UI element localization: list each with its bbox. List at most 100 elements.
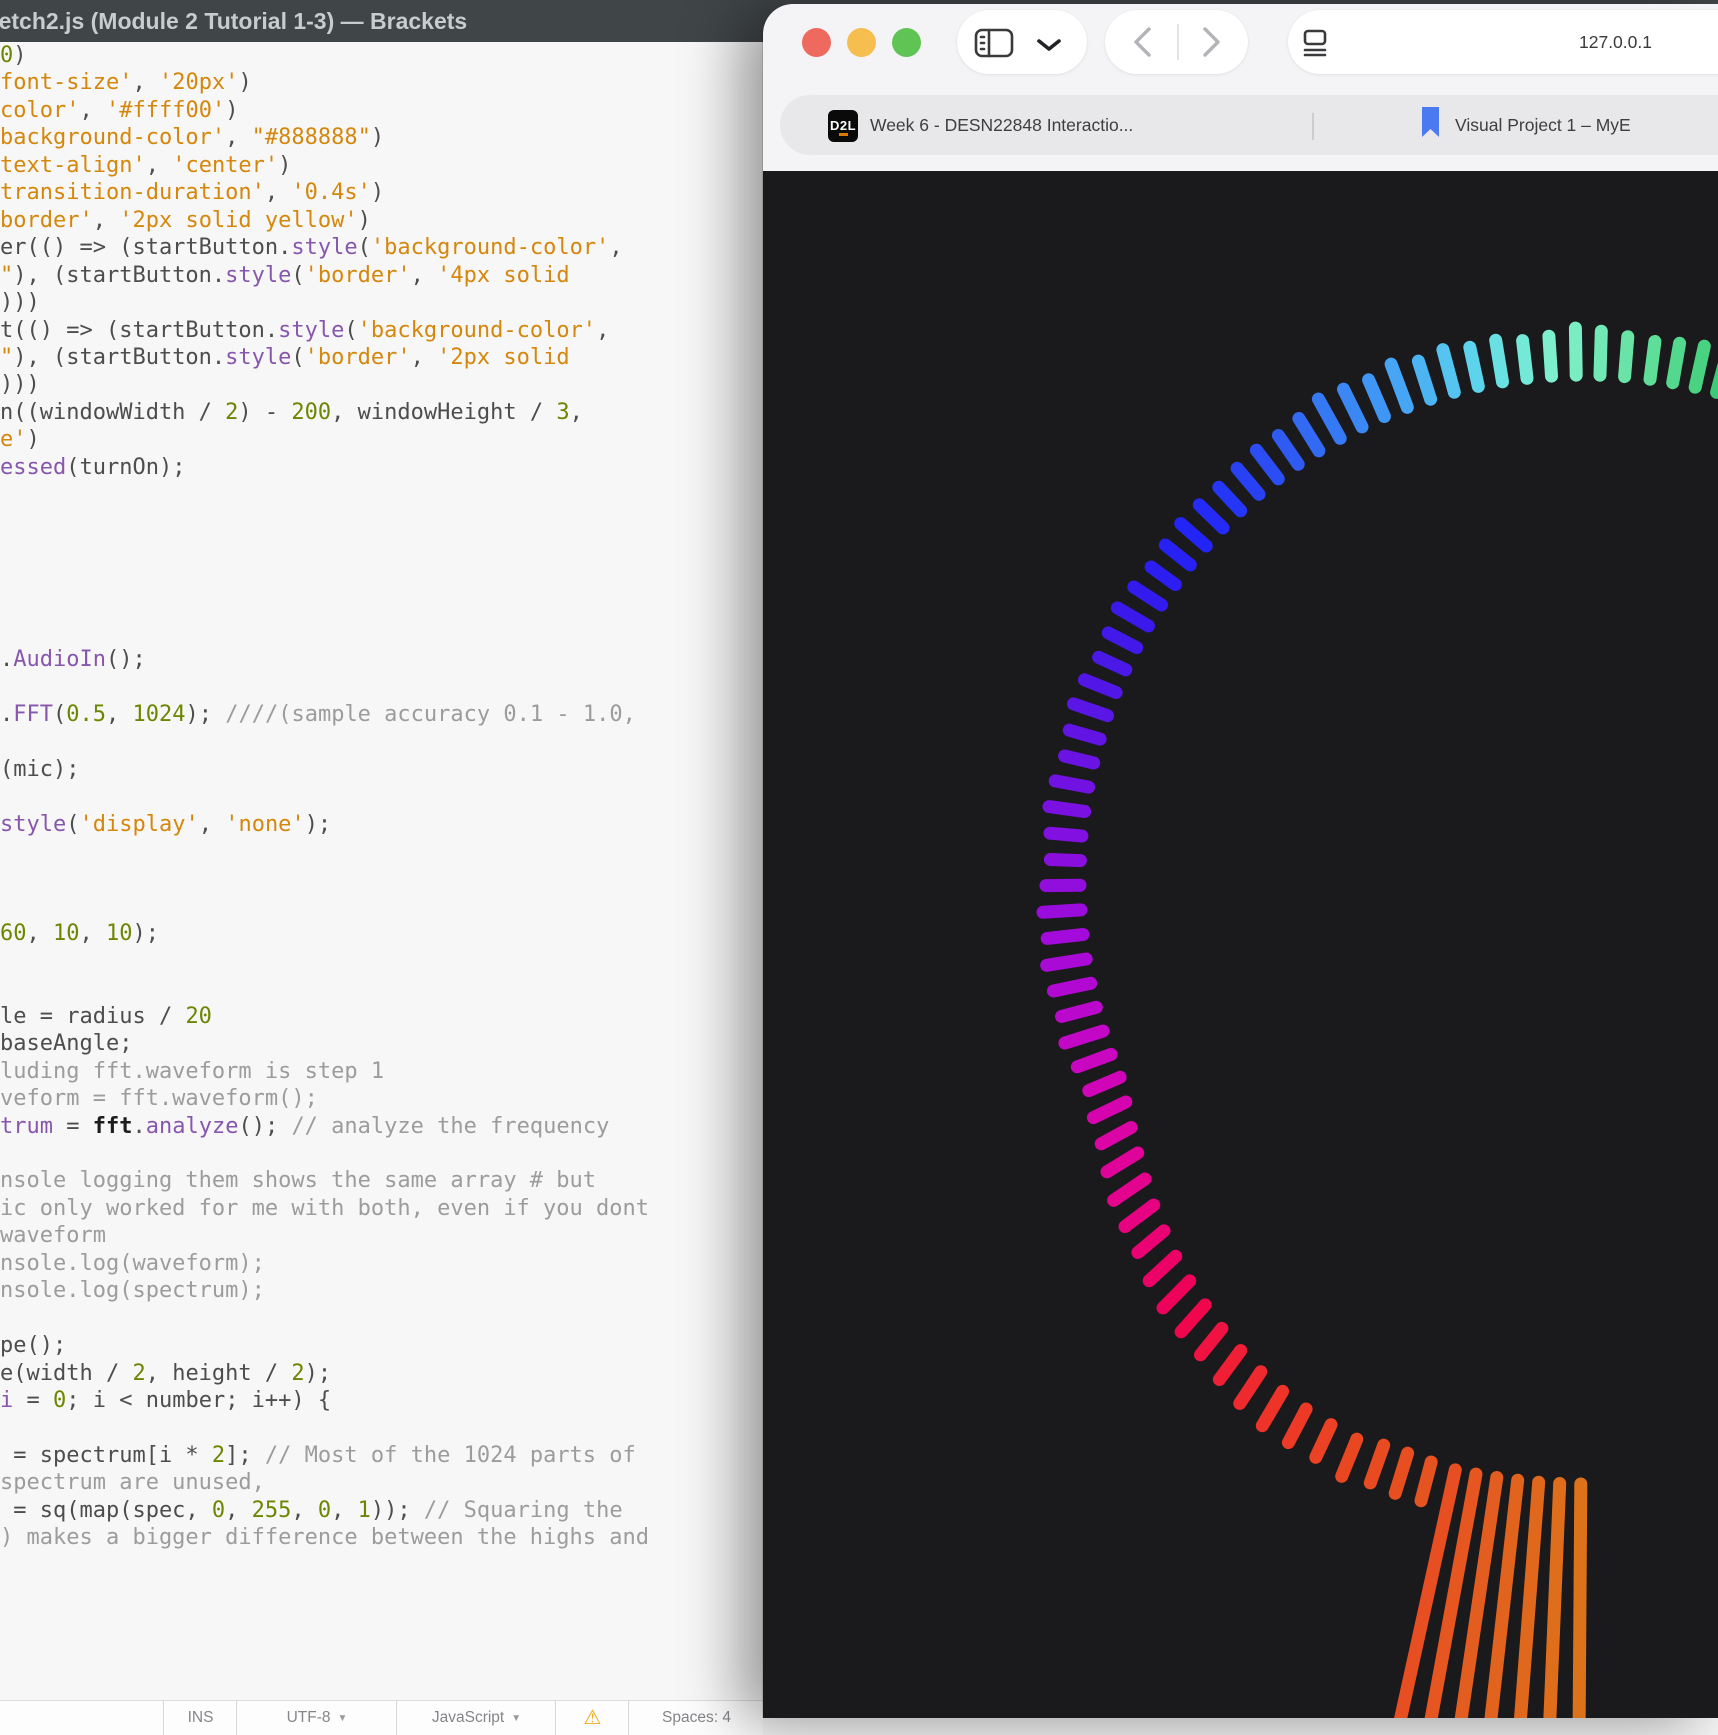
code-line: .AudioIn();	[0, 646, 146, 673]
code-line: 60, 10, 10);	[0, 920, 159, 947]
spectrum-dash	[1065, 756, 1094, 763]
code-line: style('display', 'none');	[0, 811, 331, 838]
spectrum-dash	[1650, 342, 1655, 380]
spectrum-dash	[1108, 633, 1137, 648]
spectrum-dash	[1391, 364, 1407, 407]
sidebar-button-group	[957, 10, 1087, 74]
language-label: JavaScript	[432, 1709, 504, 1727]
code-line: = spectrum[i * 2]; // Most of the 1024 p…	[0, 1442, 636, 1469]
nav-divider	[1177, 24, 1179, 60]
code-line: essed(turnOn);	[0, 454, 185, 481]
code-line: i = 0; i < number; i++) {	[0, 1387, 331, 1414]
chevron-down-icon: ▼	[338, 1713, 348, 1724]
spectrum-dash	[1421, 1462, 1431, 1501]
spectrum-dash	[1062, 1007, 1097, 1016]
spectrum-dash	[1074, 704, 1108, 716]
safari-window: 127.0.0.1 D2L Week 6 - DESN22848 Interac…	[763, 4, 1718, 1718]
url-text[interactable]: 127.0.0.1	[1543, 4, 1688, 80]
spectrum-dash	[1673, 343, 1680, 382]
status-encoding-dropdown[interactable]: UTF-8 ▼	[236, 1701, 397, 1735]
status-insert-mode[interactable]: INS	[163, 1701, 237, 1735]
bookmark-icon	[1422, 107, 1439, 138]
spectrum-dash	[1418, 361, 1430, 399]
spectrum-dash	[1047, 959, 1087, 965]
spectrum-dash	[1256, 450, 1278, 479]
d2l-favicon-text: D2L	[830, 118, 856, 133]
spectrum-dash	[1523, 341, 1527, 379]
code-line: nsole logging them shows the same array …	[0, 1167, 596, 1194]
spectrum-dash	[1149, 1256, 1176, 1280]
spectrum-dash	[1395, 1453, 1407, 1493]
spectrum-dash	[1050, 860, 1080, 861]
code-editor[interactable]: 0)font-size', '20px')color', '#ffff00')b…	[0, 42, 763, 1700]
spectrum-dash	[1278, 436, 1298, 465]
back-icon[interactable]	[1131, 25, 1155, 59]
code-line: 0)	[0, 42, 27, 69]
spectrum-dash	[1134, 587, 1162, 605]
d2l-favicon-underline	[839, 133, 848, 136]
reader-icon[interactable]	[1302, 29, 1328, 57]
sidebar-icon[interactable]	[974, 27, 1016, 59]
spectrum-dash	[1117, 608, 1148, 626]
spectrum-dash	[1288, 1409, 1306, 1443]
spectrum-dash	[1299, 419, 1319, 451]
spectrum-dash	[1549, 336, 1552, 376]
tab-visual-project[interactable]: Visual Project 1 – MyE	[1455, 95, 1631, 155]
insert-mode-label: INS	[188, 1709, 214, 1727]
code-line: font-size', '20px')	[0, 69, 252, 96]
code-line: spectrum are unused,	[0, 1469, 265, 1496]
spectrum-dash	[1181, 524, 1207, 546]
code-line: veform = fft.waveform();	[0, 1085, 318, 1112]
spectrum-dash	[1099, 657, 1126, 670]
status-language-dropdown[interactable]: JavaScript ▼	[396, 1701, 556, 1735]
code-line: le = radius / 20	[0, 1003, 212, 1030]
code-line: t(() => (startButton.style('background-c…	[0, 317, 609, 344]
spectrum-dash	[1443, 350, 1454, 393]
spectrum-dash	[1085, 680, 1117, 693]
spectrum-dash	[1065, 1031, 1103, 1043]
spectrum-dash	[1047, 935, 1083, 939]
code-line: n((windowWidth / 2) - 200, windowHeight …	[0, 399, 583, 426]
spectrum-dash	[1369, 380, 1385, 417]
code-line: waveform	[0, 1222, 106, 1249]
code-line: luding fft.waveform is step 1	[0, 1058, 384, 1085]
spectrum-dash	[1575, 328, 1576, 375]
close-button[interactable]	[802, 28, 831, 57]
forward-icon[interactable]	[1199, 25, 1223, 59]
spectrum-dash	[1600, 331, 1601, 375]
chevron-down-icon[interactable]	[1035, 36, 1063, 54]
minimize-button[interactable]	[847, 28, 876, 57]
code-line: e')	[0, 426, 40, 453]
spectrum-dash	[1342, 1439, 1357, 1476]
code-line: .FFT(0.5, 1024); ////(sample accuracy 0.…	[0, 701, 636, 728]
spectrum-dash	[1093, 1102, 1125, 1118]
code-line: border', '2px solid yellow')	[0, 207, 371, 234]
nav-button-group	[1105, 10, 1248, 74]
status-lint-warning[interactable]: ⚠	[555, 1701, 629, 1735]
spectrum-dash	[1219, 1351, 1240, 1380]
spectrum-dash	[1318, 399, 1340, 438]
encoding-label: UTF-8	[287, 1709, 331, 1727]
browser-viewport	[763, 171, 1718, 1718]
spectrum-dash	[1114, 1179, 1145, 1200]
spectrum-dash	[1240, 1372, 1261, 1404]
spectrum-dash	[1055, 781, 1088, 787]
code-line: ) makes a bigger difference between the …	[0, 1524, 649, 1551]
spectrum-dash	[1069, 730, 1100, 739]
code-line: e(width / 2, height / 2);	[0, 1360, 331, 1387]
spectrum-dash	[1138, 1231, 1164, 1253]
status-spaces[interactable]: Spaces: 4	[628, 1701, 764, 1735]
code-line: baseAngle;	[0, 1030, 132, 1057]
spectrum-dash	[1101, 1128, 1131, 1144]
spectrum-dash	[1496, 340, 1503, 382]
code-line: er(() => (startButton.style('background-…	[0, 234, 623, 261]
tab-week6[interactable]: Week 6 - DESN22848 Interactio...	[870, 95, 1133, 155]
spectrum-dash	[1577, 1484, 1581, 1718]
spectrum-dash	[1043, 910, 1081, 912]
spectrum-dash	[1344, 389, 1363, 427]
code-line: pe();	[0, 1332, 66, 1359]
code-line: text-align', 'center')	[0, 152, 291, 179]
spectrum-dash	[1695, 346, 1704, 387]
spectrum-dash	[1625, 337, 1628, 377]
zoom-button[interactable]	[892, 28, 921, 57]
